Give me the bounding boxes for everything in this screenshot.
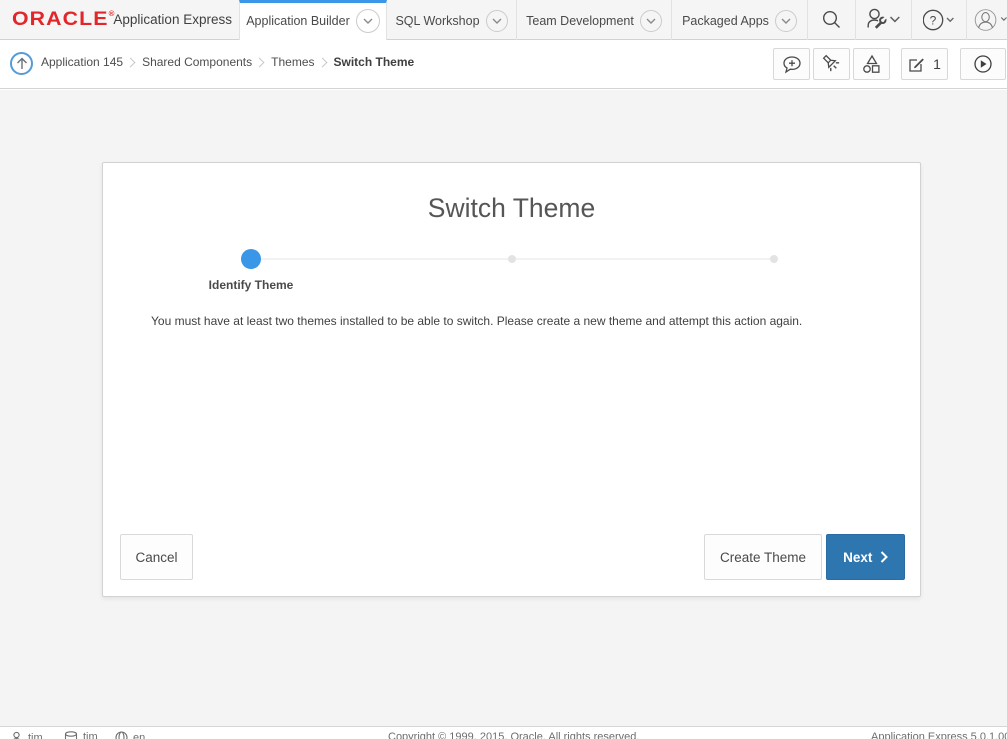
svg-text:?: ? (930, 14, 937, 28)
